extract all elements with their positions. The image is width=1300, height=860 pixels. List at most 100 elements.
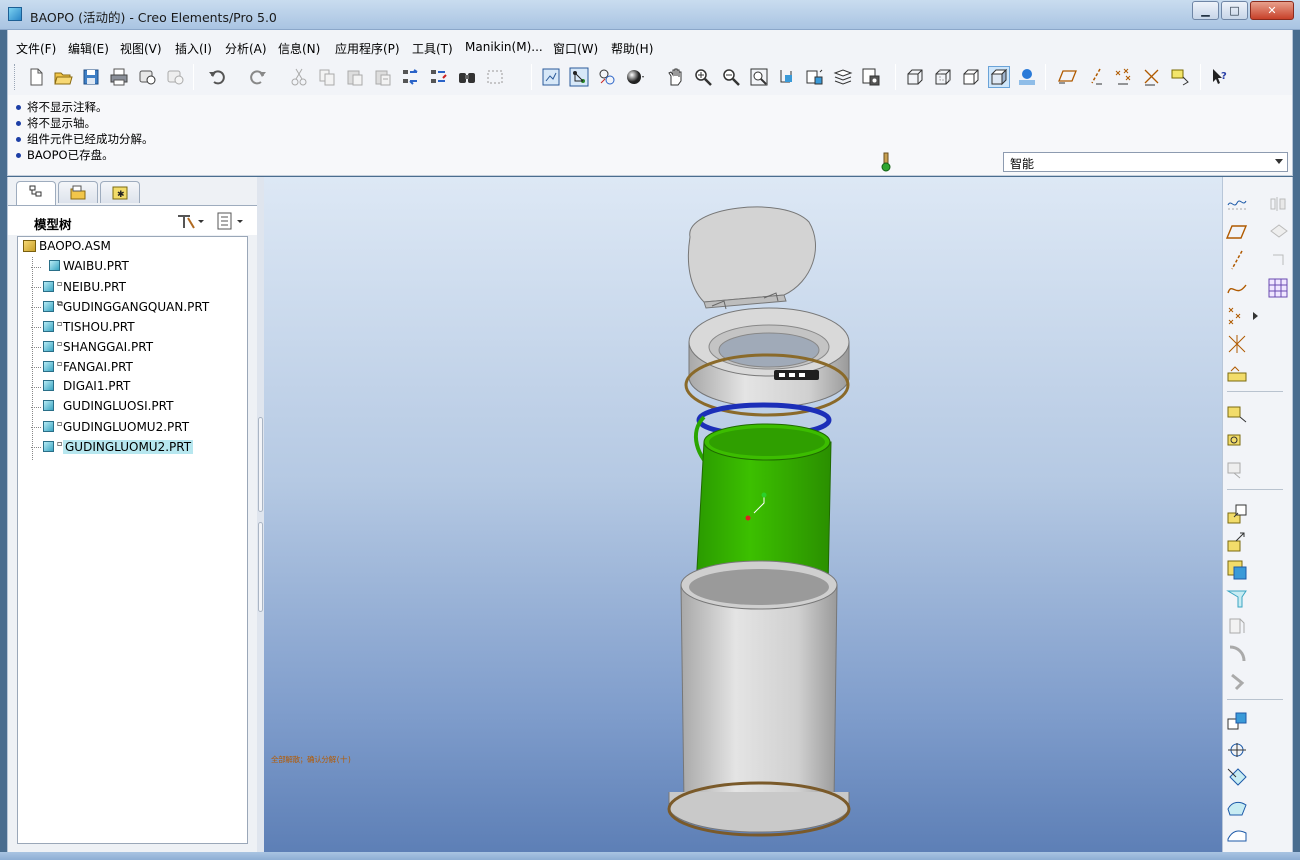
spin-center-icon[interactable] xyxy=(569,67,589,87)
hole-icon[interactable] xyxy=(1226,503,1248,525)
round-icon[interactable] xyxy=(1226,615,1248,637)
flip-lid[interactable] xyxy=(687,206,817,310)
menu-view[interactable]: 视图(V) xyxy=(120,40,162,57)
menu-insert[interactable]: 插入(I) xyxy=(175,40,212,57)
tree-item[interactable]: ⧉GUDINGGANGQUAN.PRT xyxy=(31,299,209,317)
zoom-in-icon[interactable] xyxy=(693,67,713,87)
sketch-tool-icon[interactable] xyxy=(1226,193,1248,215)
exploded-assembly-view[interactable] xyxy=(264,177,1222,852)
extrude-icon[interactable] xyxy=(1226,403,1248,425)
mirror-disabled-icon[interactable] xyxy=(1267,193,1289,215)
splitter-handle[interactable] xyxy=(258,522,263,612)
tab-folder-browser[interactable] xyxy=(58,181,98,203)
outer-bucket[interactable] xyxy=(667,560,851,837)
wireframe-icon[interactable] xyxy=(905,67,925,87)
no-hidden-icon[interactable] xyxy=(961,67,981,87)
datum-points-icon[interactable] xyxy=(1114,67,1134,87)
graphics-window[interactable]: 全部解散；确认分解(十) xyxy=(264,177,1222,852)
tree-columns-icon[interactable] xyxy=(216,212,246,233)
status-light-icon[interactable] xyxy=(881,152,891,172)
pan-icon[interactable] xyxy=(665,67,685,87)
tree-item[interactable]: ▫SHANGGAI.PRT xyxy=(31,339,153,357)
shell-icon[interactable] xyxy=(1226,531,1248,553)
enhanced-realism-icon[interactable] xyxy=(1017,67,1037,87)
minimize-button[interactable]: ▁ xyxy=(1192,1,1219,20)
tree-item[interactable]: ▫GUDINGLUOMU2.PRT xyxy=(31,419,189,437)
close-button[interactable]: ✕ xyxy=(1250,1,1294,20)
menu-analysis[interactable]: 分析(A) xyxy=(225,40,267,57)
cut-icon[interactable] xyxy=(289,67,309,87)
paste-special-icon[interactable] xyxy=(373,67,393,87)
display-datum-icon[interactable] xyxy=(541,67,561,87)
select-box-icon[interactable] xyxy=(485,67,505,87)
menu-applications[interactable]: 应用程序(P) xyxy=(335,40,400,57)
regenerate-manager-icon[interactable] xyxy=(429,67,449,87)
toolbar-grip[interactable] xyxy=(14,64,17,90)
analysis-feature-icon[interactable] xyxy=(1226,361,1248,383)
tree-item-selected[interactable]: ▫ GUDINGLUOMU2.PRT xyxy=(31,439,194,457)
upper-cover[interactable] xyxy=(684,307,850,417)
menu-edit[interactable]: 编辑(E) xyxy=(68,40,109,57)
datum-plane-icon[interactable] xyxy=(1226,221,1248,243)
offset-disabled-icon[interactable] xyxy=(1267,249,1289,271)
tree-root[interactable]: BAOPO.ASM xyxy=(23,239,111,257)
rib-icon[interactable] xyxy=(1226,559,1248,581)
shading-icon[interactable] xyxy=(988,66,1010,88)
datum-curve-icon[interactable] xyxy=(1226,277,1248,299)
datum-axis-icon[interactable] xyxy=(1226,249,1248,271)
print-icon[interactable] xyxy=(109,67,129,87)
tree-item[interactable]: DIGAI1.PRT xyxy=(31,379,130,397)
tree-item[interactable]: GUDINGLUOSI.PRT xyxy=(31,399,173,417)
pattern-icon[interactable] xyxy=(1226,671,1248,693)
chamfer-icon[interactable] xyxy=(1226,643,1248,665)
mail-disabled-icon[interactable] xyxy=(165,67,185,87)
offset-icon[interactable] xyxy=(1226,823,1248,845)
zoom-out-icon[interactable] xyxy=(721,67,741,87)
find-icon[interactable] xyxy=(457,67,477,87)
tab-favorites[interactable]: ✱ xyxy=(100,181,140,203)
saved-views-icon[interactable] xyxy=(805,67,825,87)
mirror-icon[interactable] xyxy=(1226,711,1248,733)
trim-icon[interactable] xyxy=(1226,739,1248,761)
menu-file[interactable]: 文件(F) xyxy=(16,40,56,57)
annotations-icon[interactable] xyxy=(1170,67,1190,87)
selection-filter-select[interactable]: 智能 xyxy=(1003,152,1288,172)
menu-help[interactable]: 帮助(H) xyxy=(611,40,653,57)
tab-model-tree[interactable] xyxy=(16,181,56,205)
new-file-icon[interactable] xyxy=(26,67,46,87)
regenerate-icon[interactable] xyxy=(401,67,421,87)
sweep-icon[interactable] xyxy=(1226,459,1248,481)
paste-icon[interactable] xyxy=(345,67,365,87)
menu-window[interactable]: 窗口(W) xyxy=(553,40,598,57)
tree-settings-icon[interactable] xyxy=(176,212,206,233)
appearance-icon[interactable] xyxy=(625,67,645,87)
tree-item[interactable]: ▫NEIBU.PRT xyxy=(31,279,126,297)
copy-disabled-icon[interactable] xyxy=(1267,221,1289,243)
splitter-handle[interactable] xyxy=(258,417,263,512)
tree-item[interactable]: ▫FANGAI.PRT xyxy=(31,359,133,377)
menu-manikin[interactable]: Manikin(M)... xyxy=(465,40,543,54)
redo-icon[interactable] xyxy=(248,67,268,87)
save-icon[interactable] xyxy=(81,67,101,87)
hidden-line-icon[interactable] xyxy=(933,67,953,87)
tree-item[interactable]: WAIBU.PRT xyxy=(31,259,129,277)
flyout-arrow-icon[interactable] xyxy=(1253,312,1258,320)
send-mail-icon[interactable] xyxy=(137,67,157,87)
layers-icon[interactable] xyxy=(597,67,617,87)
maximize-button[interactable]: □ xyxy=(1221,1,1248,20)
datum-planes-icon[interactable] xyxy=(1058,67,1078,87)
refit-icon[interactable] xyxy=(749,67,769,87)
layer-tree-icon[interactable] xyxy=(833,67,853,87)
undo-icon[interactable] xyxy=(207,67,227,87)
context-help-icon[interactable]: ? xyxy=(1210,67,1230,87)
coordinate-systems-icon[interactable] xyxy=(1142,67,1162,87)
tree-item[interactable]: ▫TISHOU.PRT xyxy=(31,319,135,337)
datum-point-icon[interactable] xyxy=(1226,305,1248,327)
table-icon[interactable] xyxy=(1267,277,1289,299)
extend-icon[interactable] xyxy=(1226,795,1248,817)
copy-icon[interactable] xyxy=(317,67,337,87)
panel-splitter[interactable] xyxy=(257,177,264,852)
open-folder-icon[interactable] xyxy=(53,67,73,87)
draft-icon[interactable] xyxy=(1226,587,1248,609)
view-manager-icon[interactable] xyxy=(861,67,881,87)
